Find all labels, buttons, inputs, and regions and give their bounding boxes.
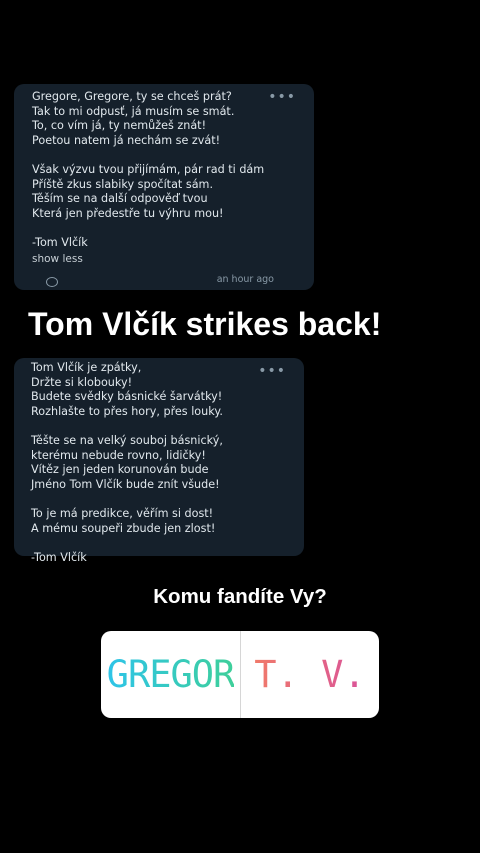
post-line (32, 148, 264, 163)
post-line: Tak to mi odpusť, já musím se smát. (32, 104, 235, 118)
post-line: Však výzvu tvou přijímám, pár rad ti dám (32, 162, 265, 176)
poll-sticker: GREGOR T. V. (101, 631, 379, 718)
post-line (31, 419, 223, 434)
poll-option-label: GREGOR (106, 653, 236, 696)
post-timestamp: an hour ago (216, 274, 274, 286)
poll-question: Komu fandíte Vy? (153, 585, 327, 608)
post-line: kterému nebude rovno, lidičky! (31, 448, 206, 462)
story-caption: Tom Vlčík strikes back! (14, 296, 426, 352)
post-line: Poetou natem já nechám se zvát! (32, 133, 221, 147)
show-less-link[interactable]: show less (32, 252, 264, 267)
post-line: Těším se na další odpověď tvou (32, 192, 208, 206)
post-line (31, 536, 223, 551)
post-line: Příště zkus slabiky spočítat sám. (32, 177, 214, 191)
poll-option-gregor[interactable]: GREGOR (101, 631, 240, 718)
poll-option-tv[interactable]: T. V. (241, 631, 379, 718)
post-line: To, co vím já, ty nemůžeš znát! (32, 119, 207, 133)
post-line: To je má predikce, věřím si dost! (31, 506, 214, 520)
post-line: Rozhlašte to přes hory, přes louky. (31, 404, 223, 418)
post-line (32, 221, 264, 236)
post-line: Držte si klobouky! (31, 375, 133, 389)
post-card-1: ••• Gregore, Gregore, ty se chceš prát? … (14, 84, 314, 290)
more-options-icon[interactable]: ••• (268, 90, 296, 104)
more-options-icon[interactable]: ••• (258, 364, 286, 378)
post-line: Jméno Tom Vlčík bude znít všude! (31, 477, 220, 491)
post-line: Tom Vlčík je zpátky, (31, 361, 142, 374)
post-line: Gregore, Gregore, ty se chceš prát? (32, 90, 232, 103)
post-line: Která jen předestře tu výhru mou! (32, 206, 224, 220)
post-line: Vítěz jen jeden korunován bude (31, 463, 209, 477)
post-line: Těšte se na velký souboj básnický, (31, 433, 223, 447)
post-line: Budete svědky básnické šarvátky! (31, 390, 223, 404)
post-line (31, 492, 223, 507)
post-line: A mému soupeři zbude jen zlost! (31, 521, 216, 535)
post-1-body: Gregore, Gregore, ty se chceš prát? Tak … (32, 90, 264, 266)
post-signature: -Tom Vlčík (31, 550, 87, 564)
poll-option-label: T. V. (254, 653, 366, 696)
post-2-body: Tom Vlčík je zpátky, Držte si klobouky! … (31, 361, 223, 565)
post-card-2: ••• Tom Vlčík je zpátky, Držte si klobou… (14, 358, 304, 564)
post-signature: -Tom Vlčík (32, 235, 88, 249)
comment-icon[interactable] (46, 277, 58, 287)
